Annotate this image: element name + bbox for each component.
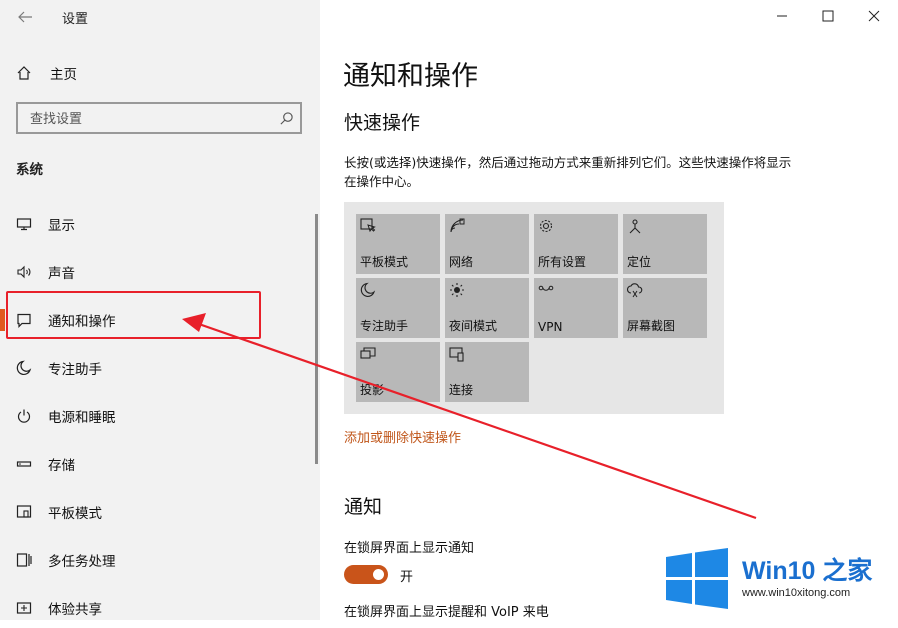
app-title: 设置: [62, 12, 89, 27]
storage-icon: [16, 461, 32, 467]
tile-project[interactable]: 投影: [356, 342, 440, 402]
quick-actions-heading: 快速操作: [344, 112, 421, 134]
tile-tablet-mode[interactable]: 平板模式: [356, 214, 440, 274]
tablet-mode-icon: [360, 218, 376, 233]
voip-reminders-label: 在锁屏界面上显示提醒和 VoIP 来电: [344, 605, 549, 620]
watermark-brand: Win10 之家: [742, 557, 873, 585]
tile-night-light[interactable]: 夜间模式: [445, 278, 529, 338]
tile-label: 屏幕截图: [627, 319, 676, 333]
monitor-icon: [16, 218, 32, 231]
section-label: 系统: [16, 162, 43, 178]
tile-vpn[interactable]: VPN: [534, 278, 618, 338]
sidebar-item-label: 存储: [48, 458, 75, 474]
sidebar-item-label: 多任务处理: [48, 554, 116, 570]
location-icon: [629, 219, 641, 234]
lock-screen-notifications-label: 在锁屏界面上显示通知: [344, 541, 475, 556]
watermark: Win10 之家 www.win10xitong.com: [666, 546, 896, 612]
sidebar-scrollbar[interactable]: [315, 214, 318, 464]
sidebar-item-display[interactable]: 显示: [0, 204, 320, 244]
sidebar-item-label: 声音: [48, 266, 75, 282]
toggle-knob: [373, 569, 384, 580]
sidebar-item-label: 电源和睡眠: [48, 410, 116, 426]
tile-label: 定位: [627, 255, 652, 269]
search-box[interactable]: [16, 102, 302, 134]
sidebar-item-multitasking[interactable]: 多任务处理: [0, 540, 320, 580]
project-icon: [360, 347, 376, 359]
sidebar-item-label: 主页: [50, 67, 77, 83]
tile-label: 网络: [449, 255, 474, 269]
sidebar-item-label: 显示: [48, 218, 75, 234]
speaker-icon: [17, 265, 31, 279]
notifications-heading: 通知: [344, 496, 383, 518]
windows-logo-icon: [666, 548, 728, 609]
sidebar-item-label: 体验共享: [48, 602, 102, 618]
connect-icon: [449, 347, 464, 362]
back-button[interactable]: [14, 6, 36, 28]
sidebar-item-storage[interactable]: 存储: [0, 444, 320, 484]
page-title: 通知和操作: [343, 61, 478, 92]
quick-actions-description: 长按(或选择)快速操作，然后通过拖动方式来重新排列它们。这些快速操作将显示在操作…: [344, 155, 792, 189]
brightness-icon: [450, 283, 464, 297]
sidebar-item-power[interactable]: 电源和睡眠: [0, 396, 320, 436]
tile-label: 平板模式: [360, 255, 409, 269]
gear-icon: [539, 219, 553, 233]
maximize-button[interactable]: [805, 0, 851, 32]
tile-label: 所有设置: [538, 255, 587, 269]
edit-quick-actions-link[interactable]: 添加或删除快速操作: [344, 427, 461, 446]
moon-icon: [16, 360, 32, 376]
vpn-icon: [538, 285, 554, 291]
search-icon[interactable]: [279, 111, 294, 126]
tile-all-settings[interactable]: 所有设置: [534, 214, 618, 274]
close-button[interactable]: [851, 0, 897, 32]
tile-label: VPN: [538, 320, 563, 334]
search-input[interactable]: [28, 109, 272, 129]
multitask-icon: [16, 553, 32, 567]
annotation-highlight-box: [6, 291, 261, 339]
moon-icon: [360, 282, 376, 297]
tile-label: 连接: [449, 383, 474, 397]
sidebar-item-label: 平板模式: [48, 506, 102, 522]
close-icon: [868, 10, 880, 22]
tile-focus-assist[interactable]: 专注助手: [356, 278, 440, 338]
power-icon: [17, 409, 31, 423]
arrow-left-icon: [18, 11, 32, 23]
toggle-state-label: 开: [400, 570, 414, 585]
sidebar-item-label: 专注助手: [48, 362, 102, 378]
tablet-icon: [16, 505, 32, 518]
lock-screen-notifications-toggle[interactable]: [344, 565, 388, 584]
tile-connect[interactable]: 连接: [445, 342, 529, 402]
tile-label: 夜间模式: [449, 319, 498, 333]
minimize-icon: [777, 15, 787, 17]
tile-label: 投影: [360, 383, 385, 397]
minimize-button[interactable]: [759, 0, 805, 32]
maximize-icon: [822, 10, 834, 22]
snip-icon: [627, 283, 643, 298]
network-icon: [450, 218, 465, 233]
sidebar-item-home[interactable]: 主页: [16, 62, 77, 84]
share-icon: [16, 602, 32, 614]
sidebar-item-sound[interactable]: 声音: [0, 252, 320, 292]
sidebar-item-shared-experiences[interactable]: 体验共享: [0, 588, 320, 628]
watermark-url: www.win10xitong.com: [742, 587, 851, 599]
tile-label: 专注助手: [360, 319, 409, 333]
tile-location[interactable]: 定位: [623, 214, 707, 274]
sidebar-item-focus-assist[interactable]: 专注助手: [0, 348, 320, 388]
tile-screen-snip[interactable]: 屏幕截图: [623, 278, 707, 338]
sidebar-item-tablet-mode[interactable]: 平板模式: [0, 492, 320, 532]
home-icon: [17, 66, 31, 80]
tile-network[interactable]: 网络: [445, 214, 529, 274]
quick-actions-grid: 平板模式 网络 所有设置 定位 专注助手 夜间模式 VPN 屏幕截图 投影 连接: [344, 202, 724, 414]
